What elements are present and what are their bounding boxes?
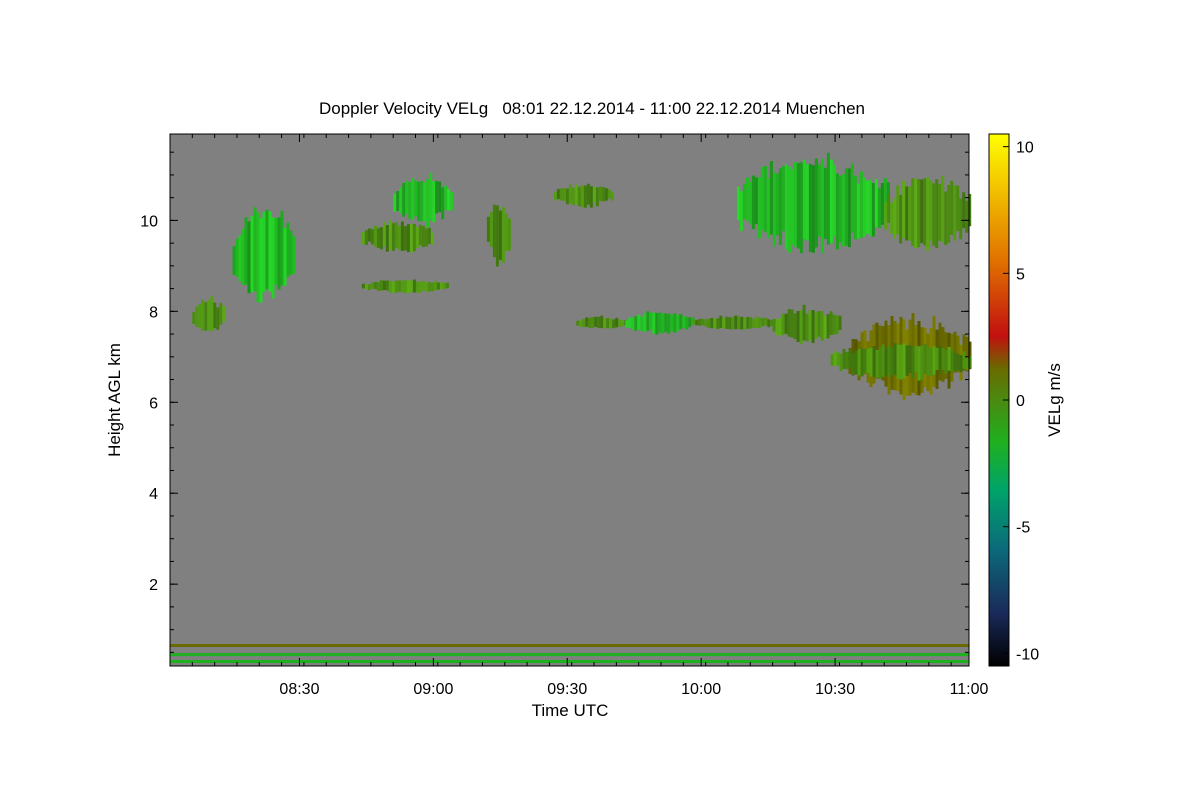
- colorbar-tick-label: -5: [1016, 520, 1030, 537]
- ground-line: [170, 653, 969, 657]
- x-tick-label: 09:30: [547, 681, 587, 698]
- colorbar-label: VELg m/s: [1045, 363, 1064, 437]
- chart-title: Doppler Velocity VELg 08:01 22.12.2014 -…: [319, 99, 865, 118]
- y-tick-label: 6: [149, 395, 158, 412]
- colorbar-tick-label: 0: [1016, 393, 1025, 410]
- x-tick-label: 11:00: [950, 681, 989, 698]
- colorbar-tick-label: 5: [1016, 266, 1025, 283]
- x-tick-label: 10:00: [681, 681, 721, 698]
- chart: Doppler Velocity VELg 08:01 22.12.2014 -…: [105, 99, 1064, 720]
- colorbar-tick-label: -10: [1016, 646, 1039, 663]
- ground-line: [170, 644, 969, 647]
- y-tick-label: 2: [149, 577, 158, 594]
- x-axis-label: Time UTC: [532, 701, 609, 720]
- x-tick-label: 10:30: [815, 681, 855, 698]
- y-axis-label: Height AGL km: [105, 343, 124, 457]
- y-tick-label: 8: [149, 304, 158, 321]
- y-tick-label: 4: [149, 486, 158, 503]
- x-tick-label: 09:00: [413, 681, 453, 698]
- colorbar-tick-label: 10: [1016, 140, 1034, 157]
- x-tick-label: 08:30: [279, 681, 319, 698]
- y-tick-label: 10: [140, 213, 158, 230]
- ground-line: [170, 660, 969, 663]
